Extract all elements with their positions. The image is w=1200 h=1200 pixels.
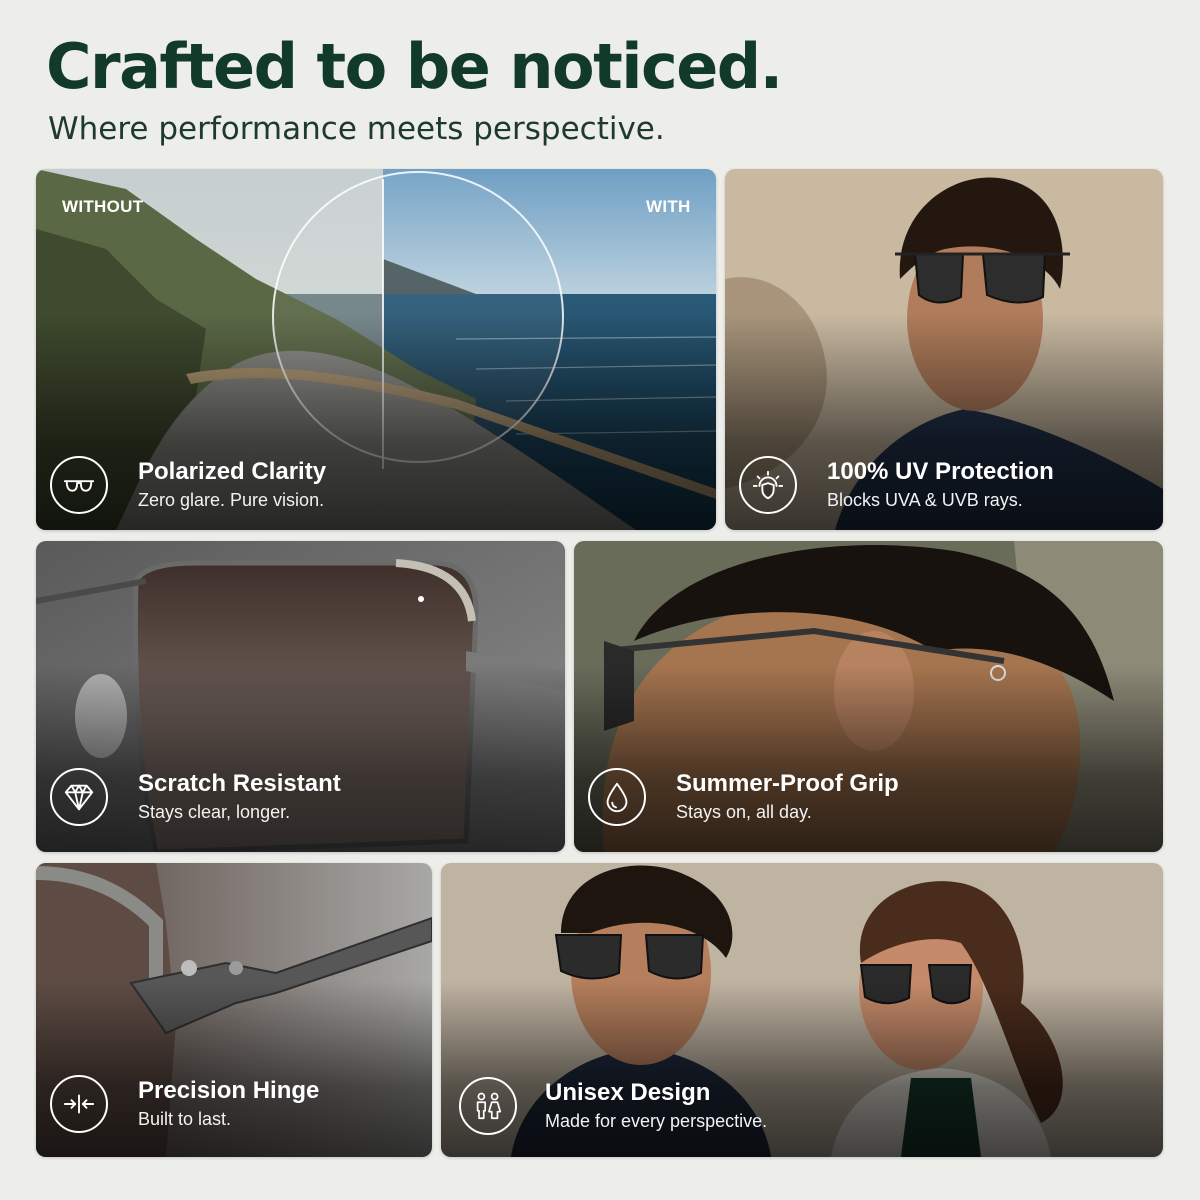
feature-title: Summer-Proof Grip <box>676 770 899 797</box>
feature-title: Unisex Design <box>545 1079 711 1106</box>
feature-unisex-design: Unisex Design Made for every perspective… <box>459 1077 767 1135</box>
man-woman-icon <box>459 1077 517 1135</box>
sun-shield-icon <box>739 456 797 514</box>
uv-protection-card: 100% UV Protection Blocks UVA & UVB rays… <box>725 169 1163 530</box>
page-subtitle: Where performance meets perspective. <box>48 111 665 147</box>
feature-description: Made for every perspective. <box>545 1111 768 1131</box>
feature-precision-hinge: Precision Hinge Built to last. <box>50 1075 319 1133</box>
feature-title: 100% UV Protection <box>827 458 1054 485</box>
summer-proof-grip-card: Summer-Proof Grip Stays on, all day. <box>574 541 1163 852</box>
feature-description: Blocks UVA & UVB rays. <box>827 490 1023 510</box>
with-label: WITH <box>646 197 691 216</box>
feature-description: Zero glare. Pure vision. <box>138 490 325 510</box>
diamond-icon <box>50 768 108 826</box>
precision-hinge-card: Precision Hinge Built to last. <box>36 863 432 1157</box>
scratch-resistant-card: Scratch Resistant Stays clear, longer. <box>36 541 565 852</box>
hinge-arrows-icon <box>50 1075 108 1133</box>
feature-title: Polarized Clarity <box>138 458 327 485</box>
feature-description: Built to last. <box>138 1109 232 1129</box>
feature-summer-proof-grip: Summer-Proof Grip Stays on, all day. <box>588 768 899 826</box>
feature-title: Precision Hinge <box>138 1077 320 1104</box>
feature-scratch-resistant: Scratch Resistant Stays clear, longer. <box>50 768 341 826</box>
without-label: WITHOUT <box>62 197 144 216</box>
feature-description: Stays on, all day. <box>676 802 812 822</box>
droplet-icon <box>588 768 646 826</box>
feature-title: Scratch Resistant <box>138 770 341 797</box>
sunglasses-icon <box>50 456 108 514</box>
feature-uv-protection: 100% UV Protection Blocks UVA & UVB rays… <box>739 456 1054 514</box>
page-title: Crafted to be noticed. <box>46 30 783 103</box>
unisex-design-card: Unisex Design Made for every perspective… <box>441 863 1163 1157</box>
feature-polarized-clarity: Polarized Clarity Zero glare. Pure visio… <box>50 456 326 514</box>
feature-description: Stays clear, longer. <box>138 802 291 822</box>
polarized-clarity-card: WITHOUT WITH Polarized Clarity Zero glar… <box>36 169 716 530</box>
